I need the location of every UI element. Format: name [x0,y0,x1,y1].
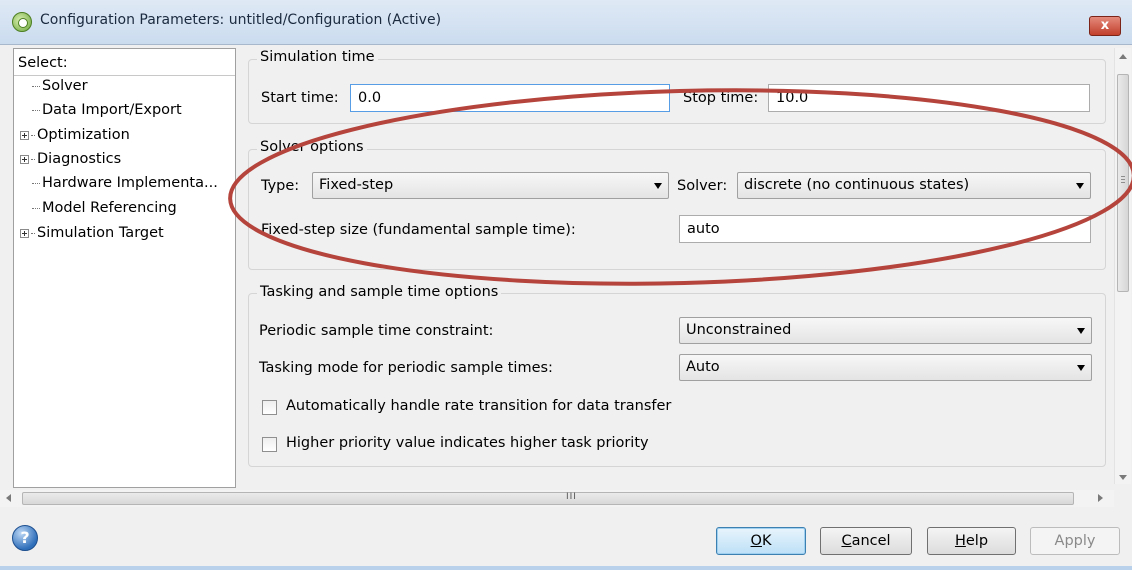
cancel-mnemonic: C [841,533,852,549]
expand-icon[interactable] [20,154,29,164]
periodic-constraint-value: Unconstrained [686,322,792,338]
tree-connector [31,158,35,160]
priority-label[interactable]: Higher priority value indicates higher t… [286,435,649,451]
periodic-constraint-dropdown[interactable]: Unconstrained [679,317,1092,344]
category-tree[interactable]: Select: Solver Data Import/Export Optimi… [13,48,236,488]
tree-header: Select: [18,55,68,71]
start-time-input[interactable]: 0.0 [350,84,670,112]
solver-type-value: Fixed-step [319,177,394,193]
solver-dropdown[interactable]: discrete (no continuous states) [737,172,1091,199]
rate-transition-checkbox[interactable] [262,400,277,415]
priority-checkbox[interactable] [262,437,277,452]
fixed-step-size-input[interactable]: auto [679,215,1091,243]
grip-line [1121,176,1125,177]
tasking-mode-dropdown[interactable]: Auto [679,354,1092,381]
dropdown-arrow-icon [654,183,662,189]
horizontal-scrollbar[interactable]: III [0,490,1114,507]
scroll-left-icon[interactable] [6,494,11,502]
horizontal-scroll-thumb[interactable]: III [22,492,1074,505]
help-button[interactable]: Help [927,527,1016,555]
grip-line [1121,182,1125,183]
tree-connector [31,232,35,234]
simulation-time-title: Simulation time [257,49,378,65]
rate-transition-label[interactable]: Automatically handle rate transition for… [286,398,671,414]
tree-item-label: Solver [42,78,88,94]
scroll-up-icon[interactable] [1119,54,1127,59]
tree-item-diagnostics[interactable]: Diagnostics [14,148,121,170]
tasking-mode-label: Tasking mode for periodic sample times: [259,360,553,376]
solver-type-dropdown[interactable]: Fixed-step [312,172,669,199]
tree-item-label: Hardware Implementa... [42,175,218,191]
scroll-down-icon[interactable] [1119,475,1127,480]
tree-connector [32,85,40,87]
tree-item-label: Model Referencing [42,200,177,216]
dropdown-arrow-icon [1077,328,1085,334]
solver-options-group [248,149,1106,270]
tree-item-simulation-target[interactable]: Simulation Target [14,222,164,244]
tree-item-model-referencing[interactable]: Model Referencing [14,197,177,219]
tree-item-optimization[interactable]: Optimization [14,124,130,146]
simulink-config-icon [12,12,32,32]
grip-icon: III [566,492,577,502]
help-icon[interactable]: ? [12,525,38,551]
tree-item-label: Simulation Target [37,225,164,241]
tree-item-label: Optimization [37,127,130,143]
apply-button: Apply [1030,527,1120,555]
stop-time-label: Stop time: [683,90,759,106]
dropdown-arrow-icon [1076,183,1084,189]
ok-button[interactable]: OK [716,527,806,555]
tree-connector [31,134,35,136]
tree-connector [32,207,40,209]
help-label: elp [965,533,989,549]
window-bottom-border [0,566,1132,570]
tasking-mode-value: Auto [686,359,720,375]
solver-type-label: Type: [261,178,300,194]
tree-item-data-import-export[interactable]: Data Import/Export [14,99,182,121]
expand-icon[interactable] [20,228,29,238]
grip-line [1121,179,1125,180]
vertical-scrollbar[interactable] [1114,48,1131,484]
ok-label: K [761,533,772,549]
tree-item-label: Data Import/Export [42,102,182,118]
periodic-constraint-label: Periodic sample time constraint: [259,323,494,339]
tree-item-hardware-implementation[interactable]: Hardware Implementa... [14,172,218,194]
tree-item-label: Diagnostics [37,151,122,167]
ok-mnemonic: O [750,533,762,549]
solver-value: discrete (no continuous states) [744,177,970,193]
fixed-step-size-label: Fixed-step size (fundamental sample time… [261,222,576,238]
solver-options-title: Solver options [257,139,367,155]
start-time-label: Start time: [261,90,339,106]
title-bar: Configuration Parameters: untitled/Confi… [0,0,1132,45]
vertical-scroll-thumb[interactable] [1117,74,1129,292]
scroll-right-icon[interactable] [1098,494,1103,502]
close-button[interactable]: x [1089,16,1121,36]
expand-icon[interactable] [20,130,29,140]
cancel-button[interactable]: Cancel [820,527,912,555]
stop-time-input[interactable]: 10.0 [768,84,1090,112]
dropdown-arrow-icon [1077,365,1085,371]
tasking-options-title: Tasking and sample time options [257,284,502,300]
tree-connector [32,182,40,184]
help-mnemonic: H [954,533,966,549]
tree-connector [32,109,40,111]
cancel-label: ancel [851,533,891,549]
tree-item-solver[interactable]: Solver [14,75,88,97]
window-title: Configuration Parameters: untitled/Confi… [40,12,442,28]
solver-label: Solver: [677,178,728,194]
